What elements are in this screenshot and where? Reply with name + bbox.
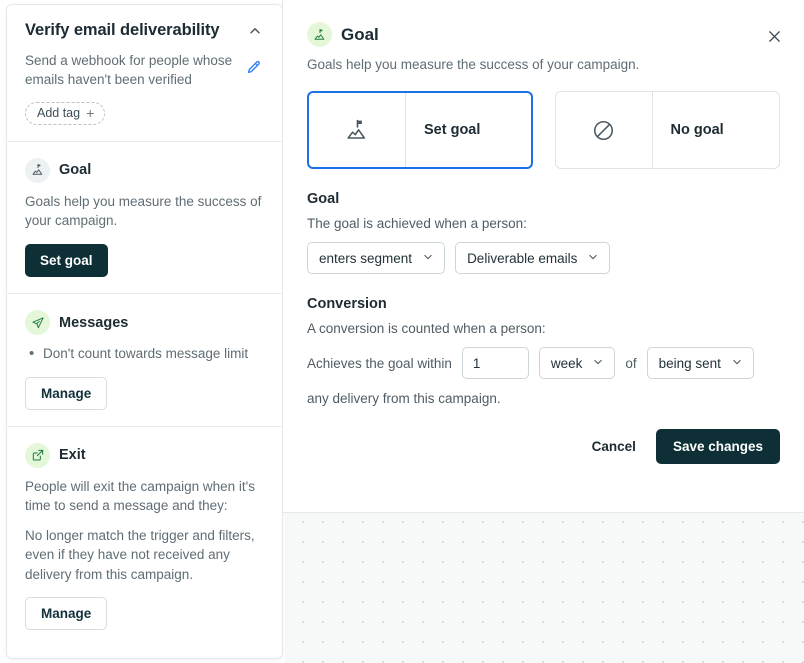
set-goal-button[interactable]: Set goal (25, 244, 108, 278)
chevron-down-icon (731, 356, 743, 371)
panel-title: Goal (341, 24, 379, 44)
sidebar-exit-text-1: People will exit the campaign when it's … (25, 478, 255, 514)
sidebar-messages-header: Messages (25, 310, 264, 336)
panel-subtitle: Goals help you measure the success of yo… (307, 57, 640, 72)
conversion-event-select[interactable]: being sent (646, 347, 754, 379)
goal-choice-group: Set goal No goal (307, 91, 780, 169)
goal-settings-panel: Goal Goals help you measure the success … (282, 0, 804, 513)
sidebar-header-section: Verify email deliverability Send a webho… (7, 5, 282, 141)
sidebar-messages-bullets: Don't count towards message limit (25, 343, 264, 364)
goal-group-title: Goal (307, 191, 340, 207)
sidebar-goal-header: Goal (25, 157, 264, 183)
goal-group-subtitle: The goal is achieved when a person: (307, 216, 527, 231)
sidebar-description-row: Send a webhook for people whose emails h… (25, 51, 264, 90)
sidebar-description: Send a webhook for people whose emails h… (25, 52, 233, 88)
paper-plane-icon (25, 310, 50, 336)
conversion-prefix-label: Achieves the goal within (307, 355, 452, 371)
chevron-down-icon (422, 251, 434, 266)
campaign-sidebar: Verify email deliverability Send a webho… (6, 4, 283, 659)
no-entry-icon (556, 92, 653, 168)
conversion-middle-label: of (625, 355, 637, 371)
pencil-icon[interactable] (244, 59, 264, 79)
add-tag-button[interactable]: Add tag + (25, 101, 106, 125)
app-root: Verify email deliverability Send a webho… (0, 0, 804, 663)
sidebar-messages-title: Messages (59, 314, 129, 331)
goal-segment-value: Deliverable emails (467, 250, 578, 266)
sidebar-goal-section[interactable]: Goal Goals help you measure the success … (7, 142, 282, 293)
add-tag-label: Add tag (37, 105, 81, 120)
conversion-suffix-label: any delivery from this campaign. (307, 391, 501, 406)
sidebar-messages-section[interactable]: Messages Don't count towards message lim… (7, 294, 282, 426)
no-goal-choice[interactable]: No goal (554, 91, 780, 169)
cancel-button[interactable]: Cancel (580, 430, 648, 463)
goal-segment-select[interactable]: Deliverable emails (455, 242, 611, 274)
goal-trigger-value: enters segment (319, 250, 413, 266)
panel-actions: Cancel Save changes (307, 429, 780, 464)
chevron-up-icon[interactable] (246, 22, 264, 40)
exit-manage-button[interactable]: Manage (25, 597, 108, 631)
page-title: Verify email deliverability (25, 21, 220, 39)
sidebar-header-row: Verify email deliverability (25, 21, 264, 41)
plus-icon: + (86, 104, 95, 121)
sidebar-exit-text-2: No longer match the trigger and filters,… (25, 527, 255, 582)
set-goal-choice-label: Set goal (424, 122, 481, 138)
set-goal-choice[interactable]: Set goal (307, 91, 533, 169)
chevron-down-icon (587, 251, 599, 266)
conversion-group-title: Conversion (307, 296, 387, 312)
sidebar-exit-title: Exit (59, 447, 86, 464)
mountain-flag-icon (309, 93, 406, 167)
external-link-icon (25, 442, 50, 468)
mountain-flag-icon (25, 157, 50, 183)
mountain-flag-icon (307, 22, 332, 47)
conversion-amount-input[interactable] (461, 347, 529, 379)
goal-trigger-select[interactable]: enters segment (307, 242, 446, 274)
close-icon[interactable] (762, 24, 786, 48)
conversion-group-subtitle: A conversion is counted when a person: (307, 321, 546, 336)
save-changes-button[interactable]: Save changes (655, 429, 780, 464)
conversion-event-value: being sent (658, 355, 721, 371)
sidebar-goal-title: Goal (59, 162, 92, 179)
list-item: Don't count towards message limit (25, 343, 264, 364)
panel-header: Goal (307, 22, 780, 47)
goal-controls: enters segment Deliverable emails (307, 242, 780, 274)
messages-manage-button[interactable]: Manage (25, 376, 108, 410)
conversion-unit-select[interactable]: week (538, 347, 616, 379)
sidebar-goal-text: Goals help you measure the success of yo… (25, 193, 262, 229)
sidebar-exit-section[interactable]: Exit People will exit the campaign when … (7, 427, 282, 647)
conversion-unit-value: week (550, 355, 583, 371)
conversion-controls: Achieves the goal within week of being s… (307, 347, 780, 379)
sidebar-exit-header: Exit (25, 442, 264, 468)
no-goal-choice-label: No goal (670, 122, 724, 138)
chevron-down-icon (592, 356, 604, 371)
